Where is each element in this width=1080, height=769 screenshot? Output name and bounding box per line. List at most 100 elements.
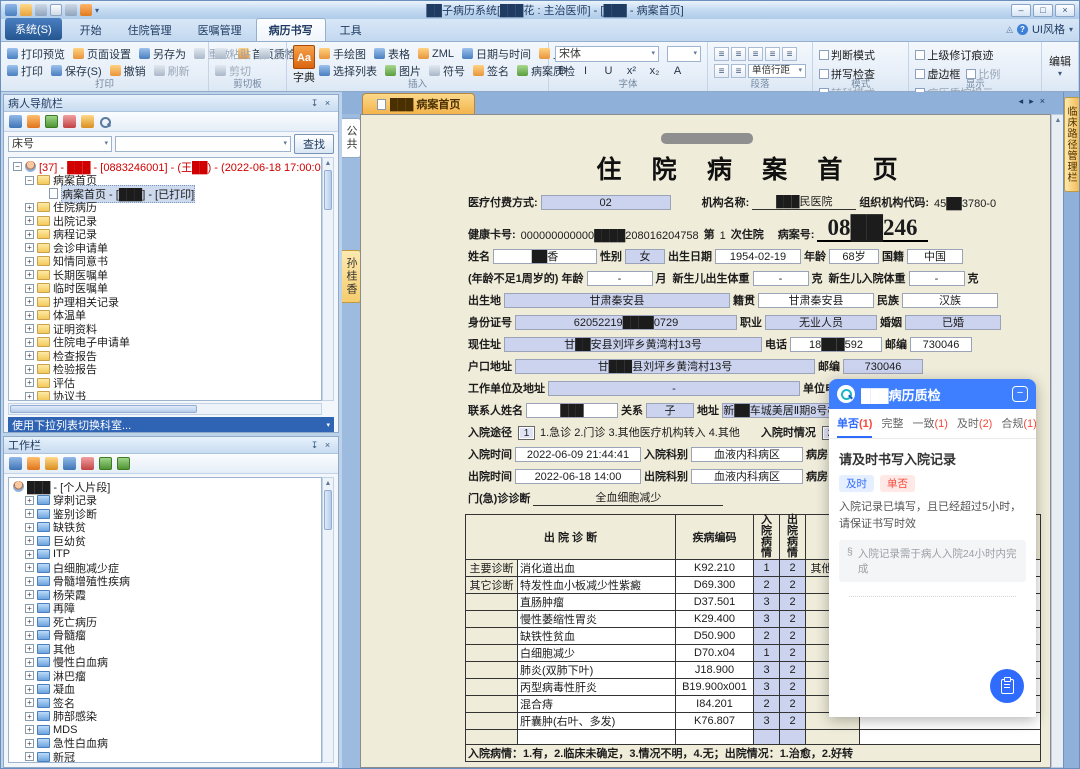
navigator-vscrollbar[interactable]: ▲ (322, 157, 334, 401)
expander-icon[interactable]: + (25, 590, 34, 599)
form-field[interactable]: 730046 (910, 337, 972, 352)
discharged-icon[interactable] (81, 115, 94, 128)
pin-icon[interactable]: ↧ (308, 98, 321, 109)
close-icon[interactable]: × (321, 98, 334, 108)
tab-close-icon[interactable]: × (1040, 96, 1045, 107)
form-field[interactable]: 甘肃秦安县 (504, 293, 730, 308)
ui-style-label[interactable]: UI风格 (1032, 21, 1065, 37)
ribbon-button[interactable]: 手绘图 (319, 46, 366, 62)
expander-icon[interactable]: + (25, 712, 34, 721)
dept-switch-combo[interactable]: 使用下拉列表切换科室...▾ (8, 417, 334, 432)
qc-tab[interactable]: 一致(1) (912, 415, 947, 438)
form-field[interactable]: - (548, 381, 800, 396)
expander-icon[interactable]: + (25, 604, 34, 613)
form-field[interactable]: ██香 (493, 249, 597, 264)
expander-icon[interactable]: − (13, 162, 22, 171)
find-button[interactable]: 查找 (294, 134, 334, 154)
tree-item[interactable]: +巨幼贫 (9, 534, 321, 548)
tab-public[interactable]: 公共 (342, 118, 361, 158)
ribbon-button[interactable]: 打印预览 (7, 46, 65, 62)
tab-scroll-left-icon[interactable]: ◂ (1019, 96, 1024, 107)
form-field[interactable]: 血液内科病区 (691, 447, 803, 462)
expander-icon[interactable]: + (25, 739, 34, 748)
expander-icon[interactable]: + (25, 203, 34, 212)
form-field[interactable]: 血液内科病区 (691, 469, 803, 484)
ribbon-tab[interactable]: 病历书写 (256, 18, 326, 41)
form-field[interactable]: 甘███县刘坪乡黄湾村13号 (515, 359, 815, 374)
font-family-select[interactable]: 宋体▾ (555, 46, 659, 62)
personal-fragment-icon[interactable] (9, 457, 22, 470)
qc-tab[interactable]: 及时(2) (957, 415, 992, 438)
expander-icon[interactable]: + (25, 658, 34, 667)
workbar-vscrollbar[interactable]: ▲ (322, 477, 334, 763)
tab-scroll-right-icon[interactable]: ▸ (1029, 96, 1034, 107)
expander-icon[interactable]: + (25, 698, 34, 707)
expander-icon[interactable]: + (25, 324, 34, 333)
indent-decrease-icon[interactable]: ≡ (748, 47, 763, 61)
form-field[interactable]: 汉族 (902, 293, 998, 308)
expander-icon[interactable]: − (25, 176, 34, 185)
qc-panel-header[interactable]: ███病历质检 − (829, 379, 1036, 409)
form-field[interactable]: 02 (541, 195, 671, 210)
ribbon-tab[interactable]: 住院管理 (116, 19, 184, 41)
ribbon-button[interactable]: 页面设置 (73, 46, 131, 62)
form-field[interactable]: 1 (518, 426, 535, 440)
ribbon-button[interactable]: 粘贴 (215, 46, 251, 62)
expander-icon[interactable]: + (25, 365, 34, 374)
print-queue-icon[interactable] (63, 457, 76, 470)
qc-tab[interactable]: 合规(1) (1001, 415, 1036, 438)
form-field[interactable]: 子 (646, 403, 694, 418)
save-icon[interactable] (35, 4, 47, 16)
expander-icon[interactable]: + (25, 685, 34, 694)
patient-list-icon[interactable] (63, 115, 76, 128)
form-field[interactable]: 68岁 (829, 249, 879, 264)
minimize-button[interactable]: – (1011, 4, 1031, 17)
close-icon[interactable]: × (321, 440, 334, 450)
restore-button[interactable]: □ (1033, 4, 1053, 17)
expander-icon[interactable]: + (25, 351, 34, 360)
clinical-pathway-tab[interactable]: 临床路径管理栏 (1064, 97, 1079, 192)
qc-tab[interactable]: 完整 (881, 415, 903, 438)
diagnosis-row[interactable] (466, 730, 1041, 745)
dictionary-button[interactable]: Aa 字典 (293, 45, 315, 79)
expander-icon[interactable]: + (25, 631, 34, 640)
form-field[interactable]: 08██246 (817, 216, 927, 242)
pin-icon[interactable]: ↧ (308, 440, 321, 451)
search-icon[interactable] (99, 116, 111, 128)
form-field[interactable]: 甘肃秦安县 (758, 293, 874, 308)
tree-item[interactable]: +新冠 (9, 750, 321, 763)
form-field[interactable]: - (753, 271, 809, 286)
form-field[interactable]: 女 (625, 249, 665, 264)
expander-icon[interactable]: + (25, 725, 34, 734)
indent-increase-icon[interactable]: ≡ (765, 47, 780, 61)
bullet-list-icon[interactable]: ≡ (714, 47, 729, 61)
ribbon-button[interactable]: 表格 (374, 46, 410, 62)
expander-icon[interactable]: + (25, 496, 34, 505)
expander-icon[interactable]: + (25, 311, 34, 320)
open-icon[interactable] (20, 4, 32, 16)
expander-icon[interactable]: + (25, 257, 34, 266)
expander-icon[interactable]: + (25, 550, 34, 559)
form-field[interactable]: ███民医院 (752, 195, 856, 210)
expander-icon[interactable]: + (25, 297, 34, 306)
tree-item[interactable]: +协议书 (9, 390, 321, 402)
form-field[interactable]: 18███592 (790, 337, 882, 352)
expander-icon[interactable]: + (25, 644, 34, 653)
form-field[interactable]: ███ (526, 403, 618, 418)
edit-dropdown-button[interactable]: 编辑▾ (1048, 45, 1072, 78)
expander-icon[interactable]: + (25, 617, 34, 626)
ribbon-tab[interactable]: 工具 (328, 19, 374, 41)
expander-icon[interactable]: + (25, 563, 34, 572)
form-field[interactable]: - (909, 271, 965, 286)
form-field[interactable]: 2022-06-18 14:00 (515, 469, 641, 484)
ui-style-control[interactable]: ◬ ? UI风格 ▾ (1006, 21, 1073, 37)
expander-icon[interactable]: + (25, 536, 34, 545)
ribbon-button[interactable]: 日期与时间 (462, 46, 531, 62)
expander-icon[interactable]: + (25, 270, 34, 279)
in-hospital-icon[interactable] (45, 115, 58, 128)
tab-patient[interactable]: 孙桂香 (342, 250, 361, 303)
display-checkbox[interactable]: 上级修订痕迹 (915, 47, 993, 63)
form-field[interactable]: 2022-06-09 21:44:41 (515, 447, 641, 462)
document-tab[interactable]: ███ 病案首页 (362, 93, 475, 114)
form-field[interactable]: 无业人员 (765, 315, 877, 330)
